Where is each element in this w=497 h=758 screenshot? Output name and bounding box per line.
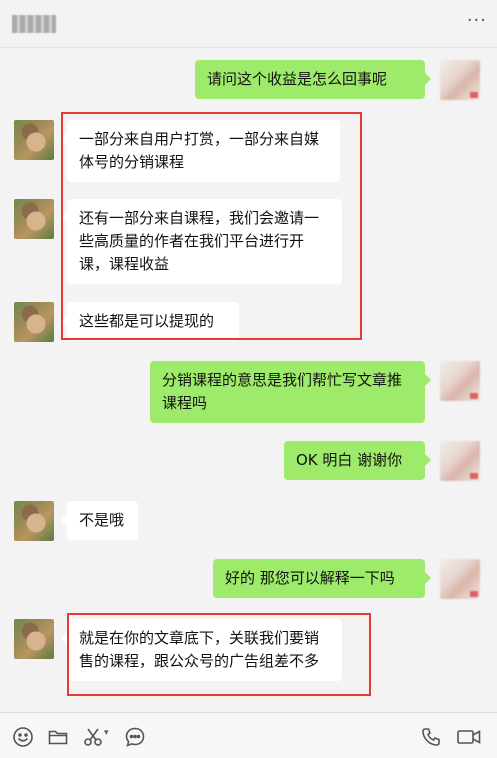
message-bubble-sent: OK 明白 谢谢你 bbox=[284, 441, 431, 480]
my-avatar[interactable] bbox=[440, 441, 480, 481]
highlight-box bbox=[61, 112, 362, 340]
my-avatar[interactable] bbox=[440, 361, 480, 401]
chat-bubble-icon[interactable] bbox=[124, 726, 146, 748]
message-bubble-sent: 好的 那您可以解释一下吗 bbox=[213, 559, 431, 598]
message-bubble-sent: 请问这个收益是怎么回事呢 bbox=[195, 60, 431, 99]
highlight-box bbox=[67, 613, 371, 696]
more-icon[interactable]: ··· bbox=[467, 12, 487, 30]
my-avatar[interactable] bbox=[440, 60, 480, 100]
phone-icon[interactable] bbox=[420, 726, 442, 748]
chat-title-blurred bbox=[12, 15, 56, 33]
emoji-icon[interactable] bbox=[12, 726, 34, 748]
contact-avatar[interactable] bbox=[14, 199, 54, 239]
contact-avatar[interactable] bbox=[14, 619, 54, 659]
scissors-icon[interactable]: ▾ bbox=[82, 726, 112, 748]
folder-icon[interactable] bbox=[47, 726, 69, 748]
message-bubble-sent: 分销课程的意思是我们帮忙写文章推课程吗 bbox=[150, 361, 431, 423]
video-call-icon[interactable] bbox=[456, 726, 482, 748]
message-bubble-received: 不是哦 bbox=[61, 501, 138, 540]
contact-avatar[interactable] bbox=[14, 302, 54, 342]
chat-header: ··· bbox=[0, 0, 497, 48]
contact-avatar[interactable] bbox=[14, 120, 54, 160]
my-avatar[interactable] bbox=[440, 559, 480, 599]
contact-avatar[interactable] bbox=[14, 501, 54, 541]
scissors-dropdown-icon[interactable]: ▾ bbox=[104, 728, 109, 738]
input-toolbar: ▾ bbox=[0, 712, 497, 758]
